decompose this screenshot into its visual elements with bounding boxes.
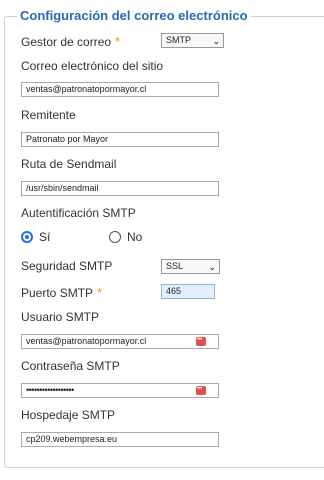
smtp-auth-yes-label[interactable]: Sí	[39, 230, 50, 244]
smtp-password-field[interactable]: ••••••••••••••••••	[21, 383, 219, 398]
required-star: *	[115, 34, 121, 49]
mailer-label-text: Gestor de correo	[21, 35, 112, 49]
smtp-auth-yes-radio[interactable]	[21, 231, 33, 243]
smtp-user-value: ventas@patronatopormayor.cl	[26, 336, 147, 346]
site-email-field[interactable]: ventas@patronatopormayor.cl	[21, 82, 219, 97]
mailer-select[interactable]: SMTP ⌄	[161, 33, 224, 48]
chevron-down-icon: ⌄	[212, 36, 220, 46]
mailer-select-value: SMTP	[166, 35, 192, 45]
smtp-port-field[interactable]: 465	[161, 284, 215, 299]
smtp-security-select[interactable]: SSL ⌄	[161, 259, 220, 274]
smtp-user-field[interactable]: ventas@patronatopormayor.cl	[21, 334, 219, 349]
smtp-security-value: SSL	[166, 261, 184, 271]
smtp-auth-label: Autentificación SMTP	[21, 206, 136, 220]
required-star: *	[97, 285, 103, 300]
from-name-label: Remitente	[21, 108, 76, 122]
sendmail-path-field[interactable]: /usr/sbin/sendmail	[21, 181, 219, 196]
fieldset-legend: Configuración del correo electrónico	[17, 8, 251, 24]
smtp-password-label: Contraseña SMTP	[21, 359, 120, 373]
smtp-auth-no-label[interactable]: No	[127, 230, 142, 244]
smtp-host-label: Hospedaje SMTP	[21, 408, 116, 422]
mailer-label: Gestor de correo *	[21, 34, 121, 50]
smtp-host-field[interactable]: cp209.webempresa.eu	[21, 432, 219, 447]
smtp-security-label: Seguridad SMTP	[21, 259, 113, 273]
sendmail-path-label: Ruta de Sendmail	[21, 157, 117, 171]
smtp-user-label: Usuario SMTP	[21, 310, 100, 324]
smtp-port-label: Puerto SMTP *	[21, 285, 103, 301]
smtp-password-value: ••••••••••••••••••	[26, 385, 74, 395]
chevron-down-icon: ⌄	[208, 262, 216, 272]
site-email-label: Correo electrónico del sitio	[21, 59, 164, 73]
smtp-port-label-text: Puerto SMTP	[21, 286, 94, 300]
from-name-field[interactable]: Patronato por Mayor	[21, 132, 219, 147]
smtp-auth-no-radio[interactable]	[109, 231, 121, 243]
password-key-icon[interactable]	[196, 384, 206, 396]
password-key-icon[interactable]	[196, 335, 206, 347]
